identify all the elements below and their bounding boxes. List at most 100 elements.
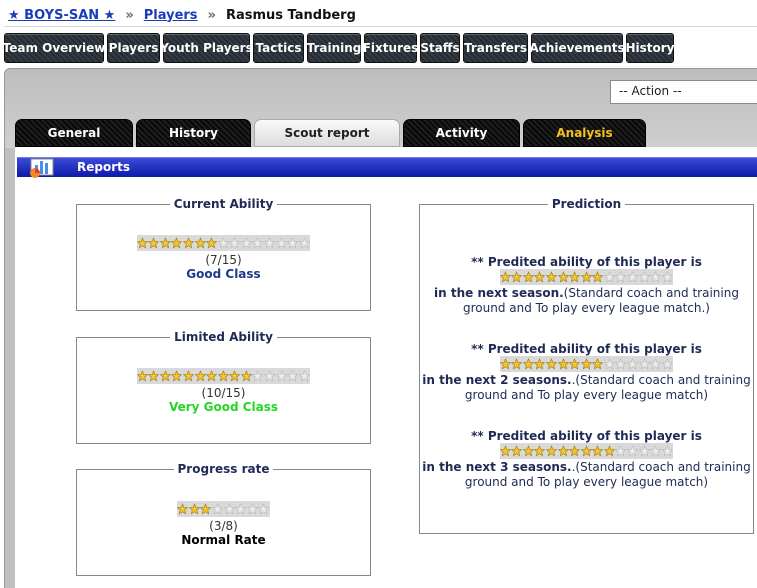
player-tabs: General History Scout report Activity An… [15,119,646,147]
star-empty-icon [223,503,235,515]
nav-youth-players[interactable]: Youth Players [160,33,253,63]
star-filled-icon [136,237,148,249]
progress-rate-legend: Progress rate [173,462,274,476]
action-select[interactable]: -- Action -- [610,80,757,104]
nav-staffs[interactable]: Staffs [420,33,460,63]
prediction-item: ** Predited ability of this player is in… [420,255,753,316]
breadcrumb-separator: » [125,7,134,23]
star-empty-icon [287,370,299,382]
tab-scout-report[interactable]: Scout report [254,119,400,147]
nav-tactics[interactable]: Tactics [253,33,304,63]
star-filled-icon [229,370,241,382]
star-filled-icon [511,358,523,370]
limited-ability-legend: Limited Ability [170,330,277,344]
star-filled-icon [569,358,581,370]
star-filled-icon [171,370,183,382]
current-ability-legend: Current Ability [169,197,278,211]
current-ability-class: Good Class [186,267,261,281]
prediction-box: Prediction ** Predited ability of this p… [419,197,754,534]
star-empty-icon [650,358,662,370]
star-empty-icon [252,370,264,382]
prediction-stars [499,356,674,372]
nav-team-overview[interactable]: Team Overview [3,33,105,63]
star-filled-icon [194,237,206,249]
star-empty-icon [650,271,662,283]
star-filled-icon [194,370,206,382]
star-filled-icon [217,370,229,382]
main-nav: Team Overview Players Youth Players Tact… [3,33,675,63]
star-empty-icon [264,370,276,382]
limited-ability-box: Limited Ability (10/15) Very Good Class [76,330,371,444]
star-empty-icon [603,271,615,283]
breadcrumb-players-link[interactable]: Players [144,8,198,23]
star-filled-icon [182,370,194,382]
star-empty-icon [661,271,673,283]
star-filled-icon [206,370,218,382]
star-filled-icon [592,445,604,457]
current-ability-box: Current Ability (7/15) Good Class [76,197,371,311]
current-ability-score: (7/15) [205,253,242,267]
star-empty-icon [627,358,639,370]
tab-history[interactable]: History [136,119,251,147]
star-empty-icon [252,237,264,249]
star-empty-icon [287,237,299,249]
star-empty-icon [229,237,241,249]
limited-ability-stars [136,368,311,384]
star-filled-icon [557,445,569,457]
star-filled-icon [603,445,615,457]
star-filled-icon [188,503,200,515]
scout-report-content: Reports Current Ability (7/15) Good Clas… [15,147,757,588]
nav-history[interactable]: History [625,33,675,63]
star-filled-icon [499,271,511,283]
prediction-period: in the next 2 seasons. [422,373,572,387]
star-filled-icon [177,503,189,515]
star-empty-icon [246,503,258,515]
prediction-item: ** Predited ability of this player is in… [420,429,753,490]
star-empty-icon [217,237,229,249]
reports-bar: Reports [17,157,757,178]
star-filled-icon [580,271,592,283]
breadcrumb-current-player: Rasmus Tandberg [225,7,356,23]
prediction-period: in the next season. [434,286,564,300]
star-empty-icon [275,370,287,382]
star-filled-icon [592,271,604,283]
star-empty-icon [615,445,627,457]
star-filled-icon [522,445,534,457]
star-empty-icon [627,445,639,457]
prediction-stars [499,269,674,285]
star-filled-icon [522,271,534,283]
star-filled-icon [148,370,160,382]
tab-analysis[interactable]: Analysis [523,119,646,147]
star-empty-icon [615,358,627,370]
prediction-stars [499,443,674,459]
tab-activity[interactable]: Activity [403,119,520,147]
nav-training[interactable]: Training [307,33,361,63]
star-empty-icon [615,271,627,283]
progress-rate-box: Progress rate (3/8) Normal Rate [76,462,371,576]
breadcrumb: ★ BOYS-SAN ★ » Players » Rasmus Tandberg [8,6,356,24]
reports-chart-icon [30,158,54,178]
player-panel: -- Action -- General History Scout repor… [4,68,757,588]
star-filled-icon [499,445,511,457]
nav-players[interactable]: Players [107,33,160,63]
star-filled-icon [148,237,160,249]
prediction-heading: ** Predited ability of this player is [471,255,702,269]
star-empty-icon [627,271,639,283]
star-filled-icon [240,370,252,382]
star-filled-icon [136,370,148,382]
star-filled-icon [206,237,218,249]
page: ★ BOYS-SAN ★ » Players » Rasmus Tandberg… [0,0,757,588]
star-filled-icon [522,358,534,370]
star-filled-icon [499,358,511,370]
progress-rate-score: (3/8) [209,519,238,533]
tab-general[interactable]: General [15,119,133,147]
prediction-heading: ** Predited ability of this player is [471,342,702,356]
reports-title: Reports [77,160,131,174]
prediction-heading: ** Predited ability of this player is [471,429,702,443]
nav-achievements[interactable]: Achievements [529,33,625,63]
breadcrumb-team-link[interactable]: ★ BOYS-SAN ★ [8,8,115,23]
nav-fixtures[interactable]: Fixtures [363,33,418,63]
nav-transfers[interactable]: Transfers [463,33,528,63]
star-filled-icon [545,358,557,370]
star-filled-icon [511,445,523,457]
